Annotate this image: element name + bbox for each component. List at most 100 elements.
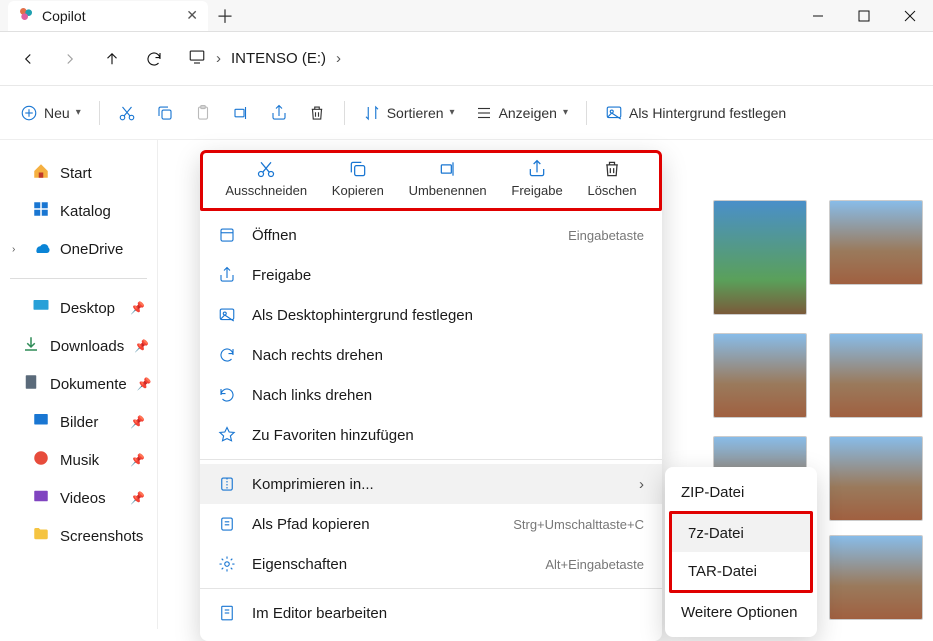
pin-icon[interactable]: 📌 (130, 301, 145, 315)
chevron-right-icon: › (639, 476, 644, 493)
download-icon (22, 335, 40, 357)
image-thumbnail[interactable] (713, 333, 807, 418)
home-icon (32, 162, 50, 184)
context-rotate-right[interactable]: Nach rechts drehen (200, 335, 662, 375)
document-icon (22, 373, 40, 395)
rename-label: Umbenennen (409, 183, 487, 198)
rotate-right-label: Nach rechts drehen (252, 347, 383, 364)
monitor-icon (188, 48, 206, 70)
paste-button[interactable] (186, 95, 220, 131)
properties-label: Eigenschaften (252, 556, 347, 573)
context-menu: Ausschneiden Kopieren Umbenennen Freigab… (200, 150, 662, 641)
submenu-7z[interactable]: 7z-Datei (672, 514, 810, 552)
sidebar-label: OneDrive (60, 241, 123, 258)
sidebar-item-onedrive[interactable]: › OneDrive (0, 230, 157, 268)
separator (344, 101, 345, 125)
new-tab-button[interactable]: ＋ (208, 3, 242, 29)
chevron-down-icon: ▾ (563, 107, 568, 118)
onedrive-icon (32, 238, 50, 260)
back-button[interactable] (10, 41, 46, 77)
context-rotate-left[interactable]: Nach links drehen (200, 375, 662, 415)
separator (99, 101, 100, 125)
open-label: Öffnen (252, 227, 297, 244)
chevron-right-icon[interactable]: › (12, 244, 22, 255)
tar-label: TAR-Datei (688, 563, 757, 580)
set-background-label: Als Hintergrund festlegen (629, 105, 786, 121)
breadcrumb[interactable]: › INTENSO (E:) › (188, 48, 341, 70)
pin-icon[interactable]: 📌 (130, 453, 145, 467)
sidebar-item-dokumente[interactable]: Dokumente 📌 (0, 365, 157, 403)
new-button[interactable]: Neu ▾ (12, 95, 89, 131)
submenu-more-options[interactable]: Weitere Optionen (665, 593, 817, 631)
separator (10, 278, 147, 279)
sort-button[interactable]: Sortieren ▾ (355, 95, 463, 131)
context-compress[interactable]: Komprimieren in... › (200, 464, 662, 504)
titlebar: Copilot ✕ ＋ (0, 0, 933, 32)
context-cut[interactable]: Ausschneiden (225, 159, 307, 198)
context-copy[interactable]: Kopieren (332, 159, 384, 198)
close-window-button[interactable] (887, 0, 933, 32)
context-quick-actions: Ausschneiden Kopieren Umbenennen Freigab… (200, 150, 662, 211)
sidebar-item-musik[interactable]: Musik 📌 (0, 441, 157, 479)
submenu-zip[interactable]: ZIP-Datei (665, 473, 817, 511)
maximize-button[interactable] (841, 0, 887, 32)
sidebar-label: Musik (60, 452, 99, 469)
catalog-icon (32, 200, 50, 222)
pin-icon[interactable]: 📌 (130, 415, 145, 429)
pin-icon[interactable]: 📌 (134, 339, 149, 353)
navigation-bar: › INTENSO (E:) › (0, 32, 933, 86)
sidebar-item-screenshots[interactable]: Screenshots (0, 517, 157, 555)
image-thumbnail[interactable] (829, 535, 923, 620)
delete-label: Löschen (587, 183, 636, 198)
set-background-button[interactable]: Als Hintergrund festlegen (597, 95, 794, 131)
sidebar-label: Katalog (60, 203, 111, 220)
favorite-label: Zu Favoriten hinzufügen (252, 427, 414, 444)
share-button[interactable] (262, 95, 296, 131)
copy-label: Kopieren (332, 183, 384, 198)
delete-button[interactable] (300, 95, 334, 131)
sidebar-item-videos[interactable]: Videos 📌 (0, 479, 157, 517)
context-share[interactable]: Freigabe (511, 159, 562, 198)
copy-button[interactable] (148, 95, 182, 131)
image-thumbnail[interactable] (713, 200, 807, 315)
share-label: Freigabe (252, 267, 311, 284)
rename-button[interactable] (224, 95, 258, 131)
up-button[interactable] (94, 41, 130, 77)
shortcut-label: Alt+Eingabetaste (545, 557, 644, 572)
context-favorite[interactable]: Zu Favoriten hinzufügen (200, 415, 662, 455)
cut-button[interactable] (110, 95, 144, 131)
folder-icon (32, 525, 50, 547)
image-thumbnail[interactable] (829, 333, 923, 418)
browser-tab[interactable]: Copilot ✕ (8, 1, 208, 31)
context-share-row[interactable]: Freigabe (200, 255, 662, 295)
minimize-button[interactable] (795, 0, 841, 32)
sidebar-label: Dokumente (50, 376, 127, 393)
sidebar-item-downloads[interactable]: Downloads 📌 (0, 327, 157, 365)
refresh-button[interactable] (136, 41, 172, 77)
image-thumbnail[interactable] (829, 436, 923, 521)
shortcut-label: Eingabetaste (568, 228, 644, 243)
share-label: Freigabe (511, 183, 562, 198)
close-tab-icon[interactable]: ✕ (186, 7, 198, 24)
sidebar-item-bilder[interactable]: Bilder 📌 (0, 403, 157, 441)
sidebar-item-katalog[interactable]: Katalog (0, 192, 157, 230)
context-properties[interactable]: Eigenschaften Alt+Eingabetaste (200, 544, 662, 584)
cut-label: Ausschneiden (225, 183, 307, 198)
submenu-tar[interactable]: TAR-Datei (672, 552, 810, 590)
view-button[interactable]: Anzeigen ▾ (467, 95, 576, 131)
pin-icon[interactable]: 📌 (130, 491, 145, 505)
image-thumbnail[interactable] (829, 200, 923, 285)
pin-icon[interactable]: 📌 (137, 377, 152, 391)
forward-button[interactable] (52, 41, 88, 77)
sidebar-item-start[interactable]: Start (0, 154, 157, 192)
context-copy-path[interactable]: Als Pfad kopieren Strg+Umschalttaste+C (200, 504, 662, 544)
sidebar-label: Desktop (60, 300, 115, 317)
context-edit-editor[interactable]: Im Editor bearbeiten (200, 593, 662, 633)
breadcrumb-location[interactable]: INTENSO (E:) (231, 50, 326, 67)
context-open[interactable]: Öffnen Eingabetaste (200, 215, 662, 255)
sidebar-item-desktop[interactable]: Desktop 📌 (0, 289, 157, 327)
context-rename[interactable]: Umbenennen (409, 159, 487, 198)
context-set-background[interactable]: Als Desktophintergrund festlegen (200, 295, 662, 335)
chevron-down-icon: ▾ (76, 107, 81, 118)
context-delete[interactable]: Löschen (587, 159, 636, 198)
